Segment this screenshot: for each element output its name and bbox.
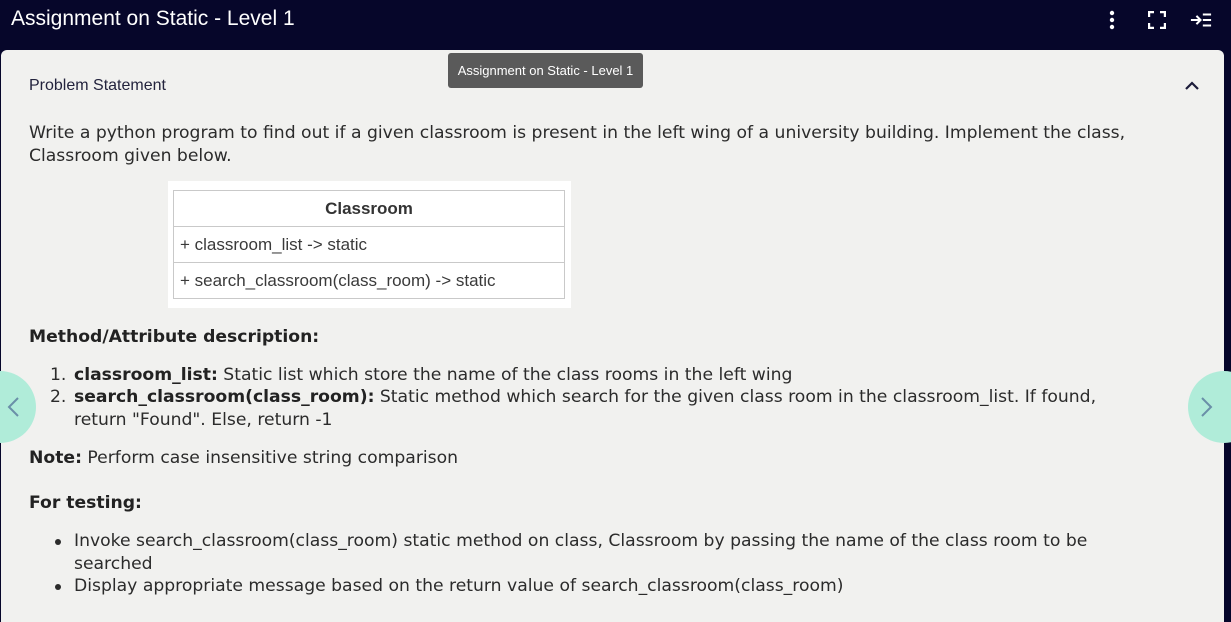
description-term: search_classroom(class_room):: [74, 387, 375, 407]
note: Note: Perform case insensitive string co…: [29, 447, 458, 470]
intro-text-line-1: Write a python program to find out if a …: [29, 123, 1126, 143]
uml-method: + search_classroom(class_room) -> static: [180, 271, 496, 290]
intro-text-line-2: Classroom given below.: [29, 146, 232, 166]
title-tooltip: Assignment on Static - Level 1: [448, 53, 643, 88]
uml-attribute: + classroom_list -> static: [174, 227, 564, 263]
bullet: [55, 584, 61, 590]
uml-class-name: Classroom: [174, 191, 564, 227]
uml-class-diagram: Classroom + classroom_list -> static + s…: [168, 181, 571, 308]
bullet: [55, 539, 61, 545]
chevron-right-icon: [1201, 397, 1213, 417]
method-description-heading: Method/Attribute description:: [29, 327, 320, 347]
top-bar: Assignment on Static - Level 1: [0, 0, 1231, 48]
description-term: classroom_list:: [74, 365, 218, 385]
description-text: Static list which store the name of the …: [217, 365, 793, 385]
testing-item-2: Display appropriate message based on the…: [74, 576, 844, 596]
note-text: Perform case insensitive string comparis…: [81, 448, 459, 468]
testing-item-1: Invoke search_classroom(class_room) stat…: [74, 531, 1088, 551]
list-number: 1.: [50, 365, 67, 385]
collapse-panel-icon[interactable]: [1190, 9, 1212, 31]
description-item-2: search_classroom(class_room): Static met…: [74, 386, 1096, 409]
problem-statement-heading[interactable]: Problem Statement: [29, 76, 166, 96]
testing-item-1-cont: searched: [74, 554, 153, 574]
chevron-left-icon: [7, 397, 19, 417]
testing-heading: For testing:: [29, 493, 142, 513]
description-item-1: classroom_list: Static list which store …: [74, 364, 792, 387]
chevron-up-icon[interactable]: [1182, 76, 1202, 94]
list-number: 2.: [50, 387, 67, 407]
more-vertical-icon[interactable]: [1101, 9, 1123, 31]
description-text: Static method which search for the given…: [374, 387, 1097, 407]
description-item-2-cont: return "Found". Else, return -1: [74, 410, 333, 430]
uml-table: Classroom + classroom_list -> static + s…: [173, 190, 565, 299]
note-label: Note:: [29, 448, 82, 468]
assignment-title: Assignment on Static - Level 1: [11, 7, 295, 30]
fullscreen-icon[interactable]: [1146, 9, 1168, 31]
